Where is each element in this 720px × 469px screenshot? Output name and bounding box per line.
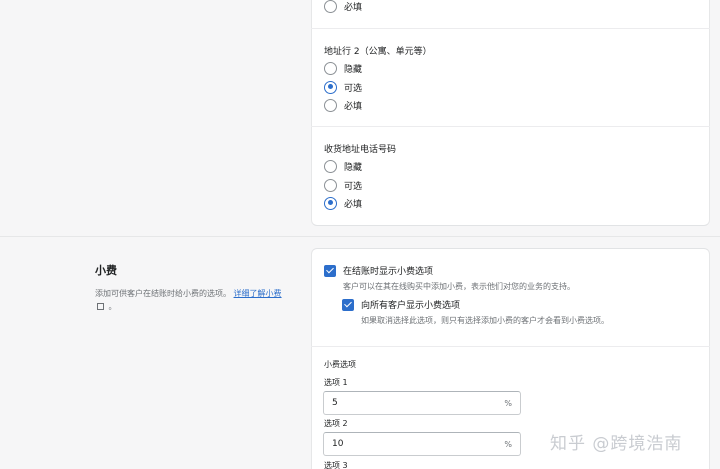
field-separator — [311, 346, 710, 347]
tip-option-1-input[interactable]: 5 % — [323, 391, 521, 415]
watermark: 知乎 @跨境浩南 — [550, 434, 683, 454]
radio-label: 必填 — [344, 101, 363, 112]
checkbox-checked[interactable] — [324, 264, 336, 277]
radio-phone-required[interactable]: 必填 — [324, 195, 362, 211]
radio-label: 隐藏 — [344, 162, 363, 173]
radio-address2-hidden[interactable]: 隐藏 — [324, 60, 362, 76]
radio-address2-optional[interactable]: 可选 — [324, 79, 362, 95]
tip-option-2-input[interactable]: 10 % — [323, 432, 521, 456]
tip-options-heading: 小费选项 — [324, 360, 356, 369]
radio-required-top[interactable]: 必填 — [324, 0, 362, 14]
tip-option-3-label: 选项 3 — [324, 461, 348, 469]
show-tips-checkbox[interactable]: 在结账时显示小费选项 — [324, 264, 433, 277]
radio-circle[interactable] — [324, 80, 337, 94]
radio-address2-required[interactable]: 必填 — [324, 97, 362, 113]
radio-circle[interactable] — [324, 159, 337, 173]
radio-circle[interactable] — [324, 61, 337, 75]
show-tips-help: 客户可以在其在线购买中添加小费，表示他们对您的业务的支持。 — [343, 282, 575, 291]
show-all-customers-checkbox[interactable]: 向所有客户显示小费选项 — [342, 298, 460, 311]
show-all-help: 如果取消选择此选项，则只有选择添加小费的客户才会看到小费选项。 — [361, 316, 609, 325]
radio-circle[interactable] — [324, 98, 337, 112]
tip-option-1-label: 选项 1 — [324, 378, 348, 387]
checkout-fields-card — [311, 0, 710, 226]
field-separator — [311, 126, 710, 127]
description-text: 添加可供客户在结账时给小费的选项。 — [95, 289, 231, 298]
checkbox-label: 在结账时显示小费选项 — [343, 267, 434, 277]
external-link-icon — [97, 303, 104, 310]
address-line2-title: 地址行 2（公寓、单元等） — [324, 47, 432, 57]
checkbox-checked[interactable] — [342, 298, 354, 311]
percent-suffix: % — [504, 398, 512, 408]
radio-circle[interactable] — [324, 178, 337, 192]
description-end: 。 — [108, 302, 117, 311]
radio-label: 可选 — [344, 83, 363, 94]
tipping-section-title: 小费 — [95, 264, 117, 277]
percent-suffix: % — [504, 439, 512, 449]
checkbox-label: 向所有客户显示小费选项 — [361, 301, 461, 311]
learn-more-link[interactable]: 详细了解小费 — [234, 289, 282, 298]
radio-label: 必填 — [344, 199, 363, 210]
radio-label: 隐藏 — [344, 64, 363, 75]
field-separator — [311, 28, 710, 29]
radio-phone-optional[interactable]: 可选 — [324, 177, 362, 193]
input-value[interactable]: 5 — [332, 398, 504, 408]
radio-circle[interactable] — [324, 0, 337, 13]
input-value[interactable]: 10 — [332, 439, 504, 449]
radio-label: 必填 — [344, 2, 363, 13]
radio-circle[interactable] — [324, 196, 337, 210]
section-divider — [0, 236, 720, 237]
radio-phone-hidden[interactable]: 隐藏 — [324, 158, 362, 174]
tip-option-2-label: 选项 2 — [324, 419, 348, 428]
shipping-phone-title: 收货地址电话号码 — [324, 145, 397, 155]
tipping-section-description: 添加可供客户在结账时给小费的选项。 详细了解小费 。 — [95, 287, 295, 313]
radio-label: 可选 — [344, 181, 363, 192]
